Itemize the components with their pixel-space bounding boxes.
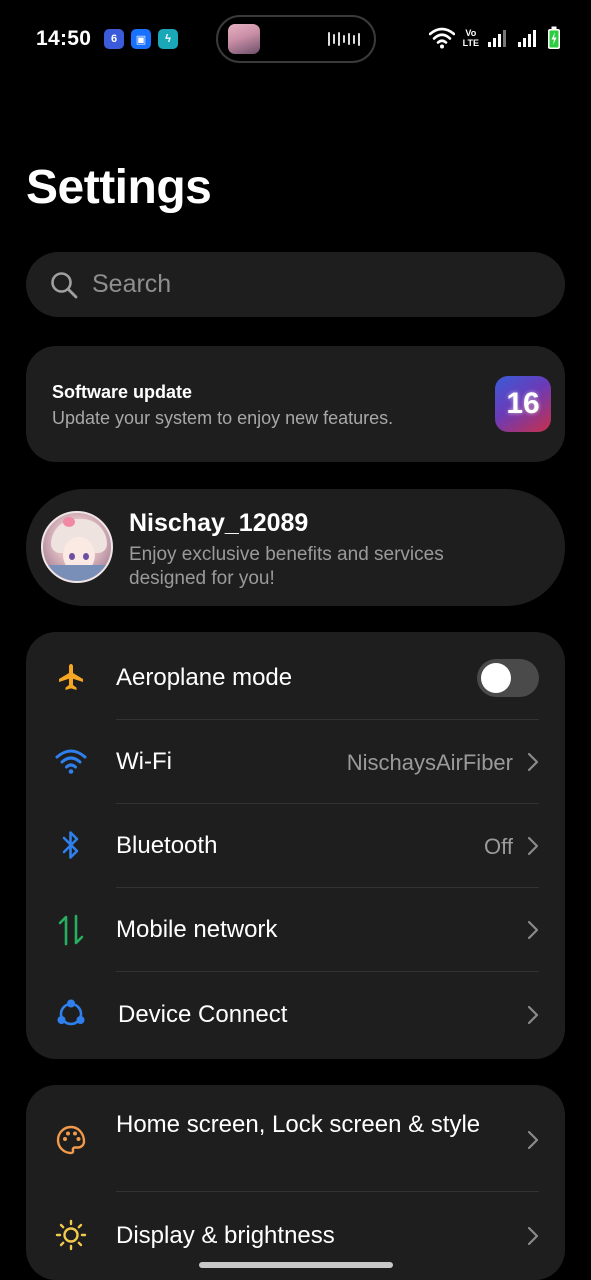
connectivity-settings-group: Aeroplane mode Wi-Fi NischaysAirFiber Bl… — [26, 632, 565, 1059]
profile-name: Nischay_12089 — [129, 509, 309, 537]
volte-label-bottom: LTE — [462, 38, 479, 48]
bluetooth-icon — [54, 828, 88, 862]
status-indicators: Vo LTE — [428, 26, 561, 50]
home-lock-screen-style-label: Home screen, Lock screen & style — [116, 1111, 481, 1138]
avatar — [41, 511, 113, 583]
mobile-data-icon — [54, 913, 88, 947]
software-update-title: Software update — [52, 382, 193, 402]
software-update-subtitle: Update your system to enjoy new features… — [52, 408, 394, 428]
battery-charging-icon — [548, 26, 560, 49]
audio-wave-icon — [328, 31, 360, 47]
search-bar[interactable] — [26, 252, 565, 317]
account-profile-card[interactable]: Nischay_12089 Enjoy exclusive benefits a… — [26, 489, 565, 606]
settings-row-wifi[interactable]: Wi-Fi NischaysAirFiber — [26, 720, 565, 804]
signal-sim2-icon — [518, 30, 536, 47]
wifi-network-name: NischaysAirFiber — [346, 750, 513, 775]
status-bar: 14:50 6 ▣ ϟ Vo LTE — [0, 0, 591, 80]
sun-icon — [54, 1218, 88, 1252]
device-connect-label: Device Connect — [118, 1001, 288, 1028]
toggle-knob — [481, 663, 511, 693]
chevron-right-icon — [527, 1005, 539, 1025]
settings-row-bluetooth[interactable]: Bluetooth Off — [26, 804, 565, 888]
settings-row-device-connect[interactable]: Device Connect — [26, 972, 565, 1058]
wifi-icon — [54, 744, 88, 778]
display-brightness-label: Display & brightness — [116, 1222, 335, 1249]
palette-icon — [54, 1123, 88, 1157]
chevron-right-icon — [527, 836, 539, 856]
airplane-icon — [54, 660, 88, 694]
chevron-right-icon — [527, 920, 539, 940]
chevron-right-icon — [527, 752, 539, 772]
settings-row-aeroplane-mode[interactable]: Aeroplane mode — [26, 632, 565, 718]
home-indicator[interactable] — [199, 1262, 393, 1268]
dynamic-island[interactable] — [216, 15, 376, 63]
volte-label-top: Vo — [465, 28, 477, 38]
page-title: Settings — [26, 161, 212, 214]
app-bolt-icon: ϟ — [158, 29, 178, 49]
os-version-badge-icon: 16 — [495, 376, 551, 432]
settings-row-mobile-network[interactable]: Mobile network — [26, 888, 565, 972]
personalization-settings-group: Home screen, Lock screen & style Display… — [26, 1085, 565, 1280]
aeroplane-mode-toggle[interactable] — [477, 659, 539, 697]
wifi-status-icon — [428, 27, 455, 49]
app-window-icon: ▣ — [131, 29, 151, 49]
profile-subtitle: Enjoy exclusive benefits and services de… — [129, 544, 444, 589]
bluetooth-status: Off — [484, 834, 513, 859]
settings-row-home-lock-screen-style[interactable]: Home screen, Lock screen & style — [26, 1085, 565, 1191]
search-icon — [51, 271, 78, 298]
status-time: 14:50 — [36, 27, 92, 50]
bluetooth-label: Bluetooth — [116, 832, 218, 859]
wifi-label: Wi-Fi — [116, 748, 172, 775]
software-update-card[interactable]: Software update Update your system to en… — [26, 346, 565, 462]
mobile-network-label: Mobile network — [116, 916, 278, 943]
device-connect-icon — [54, 997, 88, 1031]
chevron-right-icon — [527, 1130, 539, 1150]
notification-icons: 6 ▣ ϟ — [104, 29, 178, 49]
chevron-right-icon — [527, 1226, 539, 1246]
app-6-icon: 6 — [104, 29, 124, 49]
search-input[interactable] — [92, 270, 512, 299]
signal-sim1-icon — [488, 30, 506, 47]
volte-icon: Vo LTE — [463, 28, 479, 48]
aeroplane-mode-label: Aeroplane mode — [116, 664, 293, 691]
media-thumbnail — [228, 24, 260, 54]
